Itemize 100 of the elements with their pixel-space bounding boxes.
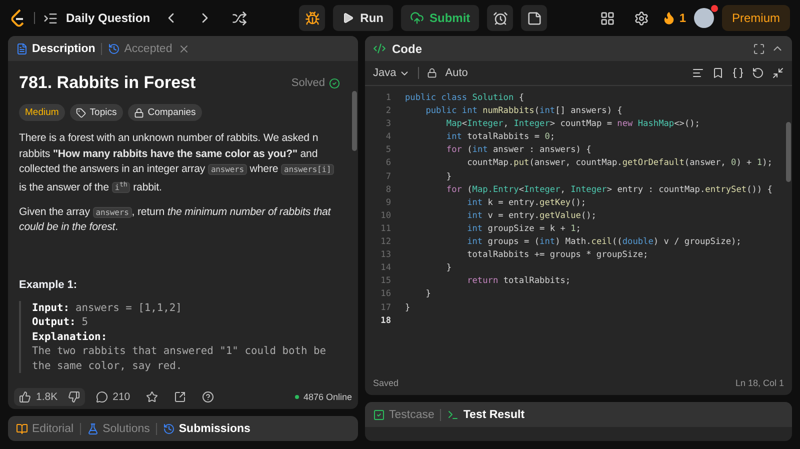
panel-tab[interactable]: Submissions (162, 422, 250, 434)
bookmark-icon[interactable] (712, 67, 724, 79)
debug-button[interactable] (299, 5, 326, 31)
panel-tab[interactable]: Test Result (447, 408, 525, 420)
code-line: int v = entry.getValue(); (466, 210, 596, 223)
star-icon (146, 390, 158, 402)
line-number: 10 (380, 210, 391, 223)
grid-icon (600, 10, 615, 26)
run-button[interactable]: Run (333, 5, 392, 31)
line-number: 17 (380, 302, 391, 314)
thumbs-down-icon (68, 390, 80, 402)
book-icon (16, 422, 28, 434)
code-line: countMap.put(answer, countMap.getOrDefault(answer, 0) + 1); (466, 157, 772, 170)
cloud-upload-icon (410, 11, 424, 25)
history-icon (162, 422, 175, 434)
check-icon (329, 78, 340, 88)
panel-tab[interactable]: Solutions (86, 422, 150, 434)
panel-tab[interactable]: Editorial (16, 422, 74, 434)
code-line: Map<Integer, Integer> countMap = new HashMap<>(); (445, 118, 700, 132)
code-line: } (405, 302, 410, 314)
lock-icon (134, 108, 144, 118)
code-line: totalRabbits += groups * groupSize; (466, 249, 648, 262)
flame-icon (662, 11, 676, 25)
flask-icon (86, 422, 99, 434)
solved-status: Solved (291, 77, 340, 89)
code-line: } (445, 170, 452, 184)
panel-tab[interactable]: Testcase (373, 408, 434, 420)
online-count: 4876 Online (295, 392, 352, 402)
line-number: 3 (386, 118, 391, 132)
difficulty-tag: Medium (19, 104, 65, 121)
tag-chip[interactable]: Companies (128, 104, 202, 121)
code-line: for (int answer : answers) { (445, 144, 592, 158)
example-value: 5 (82, 315, 88, 330)
note-icon (526, 10, 542, 26)
code-line: } (424, 288, 431, 302)
history-icon (108, 42, 120, 54)
code-line: public class Solution { (405, 92, 524, 105)
terminal-icon (447, 408, 460, 420)
save-status: Saved (373, 378, 399, 388)
help-icon (202, 390, 214, 402)
braces-icon[interactable] (732, 67, 744, 79)
scrollbar-thumb[interactable] (352, 91, 356, 151)
format-icon[interactable] (692, 67, 704, 79)
description-paragraph: There is a forest with an unknown number of rabbits. We asked n rabbits "How many rabbits have the same color as you?" and collected the answers in an integer array answers where answers[i] is the answer of the i$^{th}$ rabbit. (19, 131, 340, 196)
line-number: 18 (380, 314, 391, 328)
play-icon (342, 12, 354, 24)
code-line: int k = entry.getKey(); (466, 196, 586, 210)
code-line: for (Map.Entry<Integer, Integer> entry : countMap.entrySet()) { (445, 184, 772, 197)
line-number: 1 (386, 92, 391, 105)
scrollbar-thumb[interactable] (786, 122, 790, 182)
close-icon[interactable] (178, 42, 190, 54)
line-number: 4 (386, 131, 391, 144)
comments-button[interactable]: 210 (90, 388, 136, 406)
logo-icon (10, 9, 26, 27)
line-number: 11 (380, 222, 391, 236)
code-line: return totalRabbits; (466, 275, 571, 288)
panel-title: Code (392, 42, 422, 56)
line-number: 5 (386, 144, 391, 158)
thumbs-up-icon (19, 390, 31, 402)
list-icon (43, 10, 58, 26)
language-select[interactable]: Java (373, 60, 410, 86)
streak-counter[interactable]: 1 (662, 11, 686, 25)
example-label: Output: (32, 315, 76, 330)
notes-button[interactable] (521, 5, 548, 31)
code-line: } (445, 262, 452, 276)
line-number: 9 (386, 196, 391, 210)
lock-icon (427, 68, 438, 78)
example-title: Example 1: (19, 278, 78, 291)
minimize-icon[interactable] (772, 67, 784, 79)
timer-button[interactable] (487, 5, 514, 31)
tag-chip[interactable]: Topics (70, 104, 123, 121)
code-line: public int numRabbits(int[] answers) { (424, 105, 622, 118)
line-number: 16 (380, 288, 391, 302)
mode-label: Auto (445, 67, 468, 79)
line-number: 12 (380, 236, 391, 250)
checkbox-icon (373, 408, 385, 420)
description-paragraph: Given the array answers , return the minimum number of rabbits that could be in the forest. (19, 204, 332, 236)
panel-tab[interactable]: Accepted (108, 42, 172, 54)
code-line: int totalRabbits = 0; (445, 131, 556, 144)
bug-icon (304, 10, 320, 26)
problem-title: 781. Rabbits in Forest (19, 73, 196, 93)
explanation-text: The two rabbits that answered "1" could both be the same color, say red. (32, 344, 328, 374)
line-number: 2 (386, 105, 391, 118)
cursor-position: Ln 18, Col 1 (735, 378, 784, 388)
document-icon (16, 42, 28, 54)
premium-button[interactable]: Premium (722, 5, 790, 31)
example-label: Explanation: (32, 330, 108, 344)
line-number: 6 (386, 157, 391, 170)
submit-button[interactable]: Submit (400, 5, 480, 31)
share-icon (174, 390, 186, 402)
problem-list-title[interactable]: Daily Question (66, 11, 150, 25)
line-number: 14 (380, 262, 391, 276)
maximize-icon[interactable] (753, 42, 765, 54)
line-number: 8 (386, 184, 391, 197)
shuffle-icon (232, 10, 247, 26)
line-number: 7 (386, 170, 391, 184)
reset-icon[interactable] (752, 67, 764, 79)
example-value: answers = [1,1,2] (76, 300, 182, 316)
panel-tab[interactable]: Description (16, 42, 96, 54)
comment-icon (96, 390, 108, 402)
